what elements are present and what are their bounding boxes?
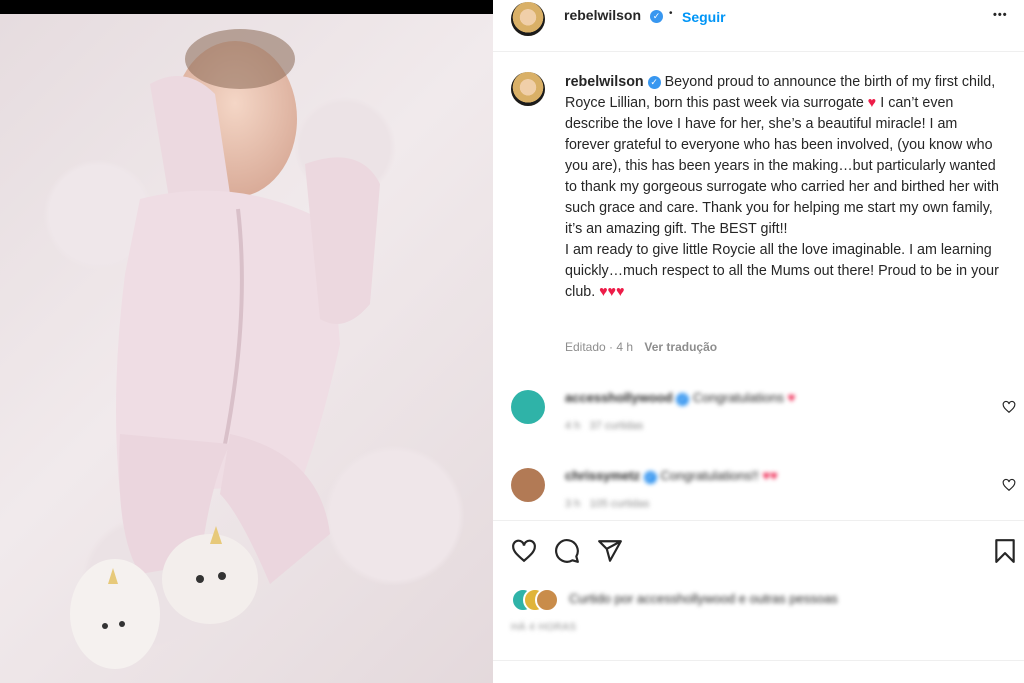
post-caption: rebelwilson ✓ Beyond proud to announce t… (565, 72, 1005, 303)
verified-badge-icon: ✓ (650, 10, 663, 23)
see-translation-link[interactable]: Ver tradução (644, 340, 717, 354)
comment-likes[interactable]: 37 curtidas (589, 420, 643, 432)
comment-item: accesshollywood ✓ Congratulations ♥ 4 h … (493, 390, 1024, 450)
commenter-username[interactable]: chrissymetz (565, 468, 640, 483)
commenter-verified-icon: ✓ (643, 471, 657, 484)
action-bar (493, 520, 1024, 581)
comment-like-heart-icon[interactable] (1002, 400, 1016, 414)
caption-text-part2: I can’t even describe the love I have fo… (565, 95, 999, 237)
caption-avatar[interactable] (511, 72, 545, 106)
caption-text-part3: I am ready to give little Roycie all the… (565, 242, 999, 300)
liker-avatar[interactable] (535, 588, 559, 612)
author-avatar[interactable] (511, 2, 545, 36)
likes-summary: Curtido por accesshollywood e outras pes… (511, 588, 1011, 612)
red-hearts-icon: ♥♥♥ (599, 284, 625, 300)
commenter-verified-icon: ✓ (676, 393, 690, 406)
comment-body: Congratulations (692, 390, 784, 405)
commenter-avatar[interactable] (511, 390, 545, 424)
divider (493, 660, 1024, 661)
author-username[interactable]: rebelwilson (564, 7, 641, 23)
comment-likes[interactable]: 105 curtidas (589, 498, 649, 510)
post-photo-newborn[interactable] (0, 14, 493, 683)
red-heart-icon: ♥ (867, 95, 877, 111)
liked-by-text[interactable]: Curtido por accesshollywood e outras pes… (569, 591, 838, 606)
follow-button[interactable]: Seguir (682, 9, 726, 25)
post-date[interactable]: HÁ 4 HORAS (511, 622, 577, 633)
top-black-bar (0, 0, 493, 14)
comment-like-heart-icon[interactable] (1002, 478, 1016, 492)
save-bookmark-icon[interactable] (994, 538, 1016, 564)
comment-item: chrissymetz ✓ Congratulations!! ♥♥ 3 h 1… (493, 468, 1024, 528)
comment-meta: 3 h 105 curtidas (565, 498, 649, 510)
baby-illustration (70, 29, 380, 669)
comment-text: chrissymetz ✓ Congratulations!! ♥♥ (565, 468, 778, 484)
caption-username[interactable]: rebelwilson (565, 74, 644, 90)
caption-meta: Editado · 4 h Ver tradução (565, 340, 717, 354)
comment-body: Congratulations!! (660, 468, 759, 483)
comment-heart-emoji: ♥♥ (762, 468, 778, 483)
edited-time: Editado · 4 h (565, 340, 634, 354)
caption-verified-icon: ✓ (647, 76, 661, 89)
post-header: rebelwilson ✓ • Seguir ••• (493, 0, 1024, 52)
share-paper-plane-icon[interactable] (597, 538, 623, 564)
comment-meta: 4 h 37 curtidas (565, 420, 643, 432)
comment-heart-emoji: ♥ (787, 390, 796, 405)
commenter-username[interactable]: accesshollywood (565, 390, 673, 405)
comment-age: 4 h (565, 420, 581, 432)
commenter-avatar[interactable] (511, 468, 545, 502)
comment-text: accesshollywood ✓ Congratulations ♥ (565, 390, 795, 406)
separator-dot: • (669, 8, 673, 19)
more-options-icon[interactable]: ••• (993, 9, 1008, 21)
like-heart-icon[interactable] (511, 538, 537, 564)
comment-icon[interactable] (554, 538, 580, 564)
post-side-panel: rebelwilson ✓ • Seguir ••• rebelwilson ✓… (493, 0, 1024, 683)
comment-age: 3 h (565, 498, 581, 510)
